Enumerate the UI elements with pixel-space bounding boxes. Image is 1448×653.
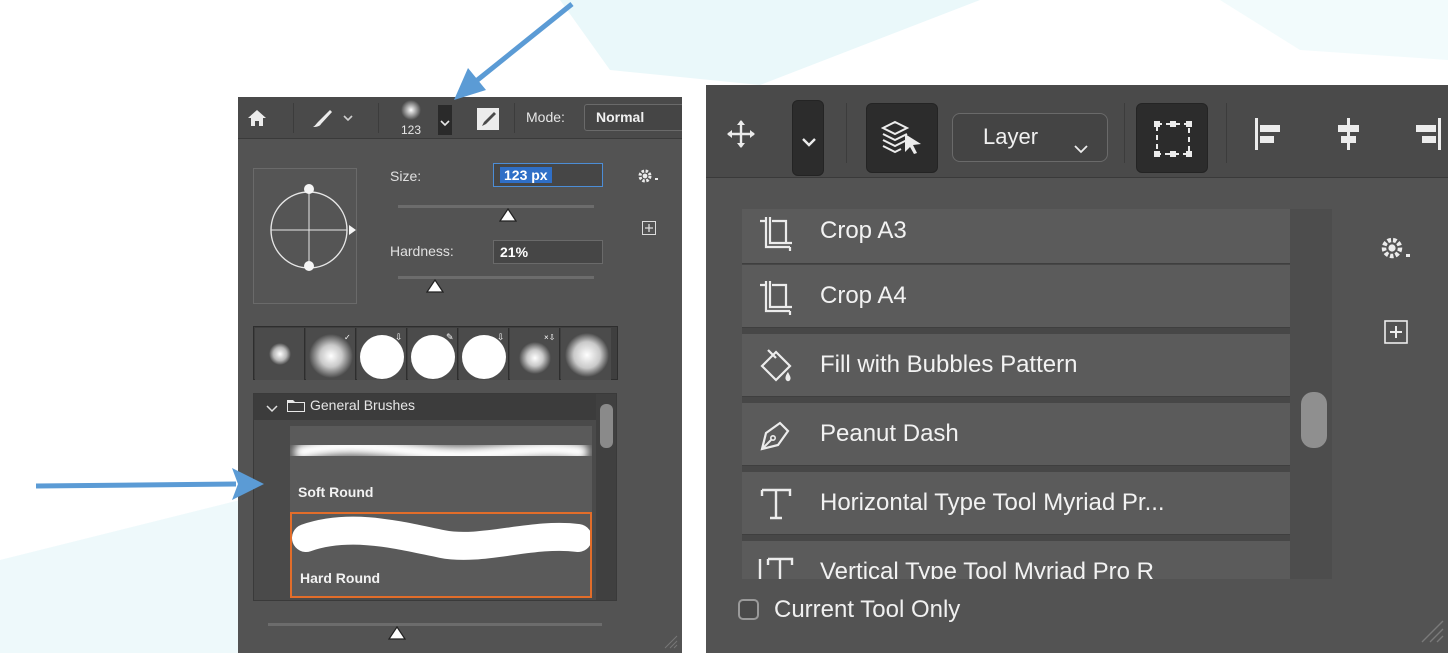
preview-size-slider-thumb[interactable] xyxy=(387,625,407,645)
align-right-icon[interactable] xyxy=(1414,118,1444,155)
pen-icon xyxy=(756,415,796,455)
chevron-down-icon xyxy=(1073,134,1089,160)
plus-square-icon[interactable] xyxy=(1384,320,1408,349)
svg-text:⇩: ⇩ xyxy=(395,332,403,342)
brush-tip[interactable] xyxy=(255,328,305,380)
preset-label: Fill with Bubbles Pattern xyxy=(820,351,1078,378)
brush-preset-hard-round[interactable]: Hard Round xyxy=(290,512,592,598)
resize-grip-icon[interactable] xyxy=(1418,617,1444,648)
crop-icon xyxy=(756,277,796,317)
brush-tip[interactable]: ✓ xyxy=(306,328,356,380)
resize-grip-icon[interactable] xyxy=(662,633,678,653)
align-left-icon[interactable] xyxy=(1254,118,1284,155)
preset-row[interactable]: Crop A3 xyxy=(742,209,1290,264)
brush-tip[interactable]: ✎ xyxy=(408,328,458,380)
recent-brush-tips: ✓ ⇩ ✎ ⇩ ×⇩ xyxy=(253,326,618,380)
brush-preset-soft-round[interactable]: Soft Round xyxy=(290,426,592,512)
brush-list-scrollbar[interactable] xyxy=(596,394,616,600)
auto-select-target-select[interactable]: Layer xyxy=(952,113,1108,162)
annotation-arrow-left xyxy=(36,468,264,500)
preset-row[interactable]: Vertical Type Tool Myriad Pro R xyxy=(742,541,1290,579)
brush-tip[interactable]: ×⇩ xyxy=(510,328,560,380)
layers-select-icon xyxy=(880,118,925,163)
tool-presets-list: Crop A3 Crop A4 Fill with Bubbles Patter… xyxy=(742,209,1332,579)
type-icon xyxy=(756,484,796,524)
preset-row[interactable]: Horizontal Type Tool Myriad Pr... xyxy=(742,472,1290,535)
brush-preset-label: Soft Round xyxy=(298,484,374,500)
svg-text:⇩: ⇩ xyxy=(497,332,505,342)
brush-angle-preview[interactable] xyxy=(253,168,357,304)
size-slider-thumb[interactable] xyxy=(498,207,518,227)
preset-label: Horizontal Type Tool Myriad Pr... xyxy=(820,489,1165,516)
preset-label: Peanut Dash xyxy=(820,420,959,447)
brush-preset-picker-icon[interactable] xyxy=(400,99,422,126)
presets-scrollbar[interactable] xyxy=(1290,209,1332,579)
options-bar: 123 Mode: Normal xyxy=(238,97,682,139)
align-center-icon[interactable] xyxy=(1334,118,1364,155)
blend-mode-select[interactable]: Normal xyxy=(584,104,682,131)
toolbar-divider xyxy=(293,103,294,133)
annotation-arrow-top xyxy=(454,2,574,100)
hardness-slider-thumb[interactable] xyxy=(425,278,445,298)
gear-icon[interactable] xyxy=(636,167,662,190)
brush-picker-dropdown[interactable] xyxy=(438,105,452,135)
folder-icon xyxy=(286,399,306,418)
move-tool-dropdown[interactable] xyxy=(792,100,824,176)
scrollbar-thumb[interactable] xyxy=(600,404,613,448)
brush-preset-label: Hard Round xyxy=(300,570,381,586)
toolbar-divider xyxy=(1226,103,1227,163)
chevron-down-icon[interactable] xyxy=(266,401,278,419)
brush-tip[interactable]: ⇩ xyxy=(357,328,407,380)
hardness-label: Hardness: xyxy=(390,243,454,259)
preset-label: Crop A3 xyxy=(820,217,907,244)
preset-row[interactable]: Fill with Bubbles Pattern xyxy=(742,334,1290,397)
home-icon[interactable] xyxy=(246,107,268,134)
toolbar-divider xyxy=(1124,103,1125,163)
paint-bucket-icon xyxy=(756,346,796,386)
gear-icon[interactable] xyxy=(1380,235,1414,268)
toolbar-divider xyxy=(846,103,847,163)
preset-label: Vertical Type Tool Myriad Pro R xyxy=(820,558,1154,579)
svg-text:✎: ✎ xyxy=(446,332,454,342)
preset-row[interactable]: Crop A4 xyxy=(742,265,1290,328)
move-icon[interactable] xyxy=(726,119,756,154)
toolbar-divider xyxy=(378,103,379,133)
brush-settings-toggle-icon[interactable] xyxy=(476,107,500,136)
brush-tip[interactable]: ⇩ xyxy=(459,328,509,380)
transform-controls-toggle[interactable] xyxy=(1136,103,1208,173)
brush-icon[interactable] xyxy=(310,107,354,134)
plus-square-icon[interactable] xyxy=(642,221,656,240)
size-value: 123 px xyxy=(500,167,552,183)
options-bar: Layer xyxy=(706,85,1448,178)
brush-presets-list: General Brushes Soft Round Hard Round xyxy=(253,393,617,601)
brush-tip[interactable] xyxy=(561,328,611,380)
mode-label: Mode: xyxy=(526,109,565,125)
size-input[interactable]: 123 px xyxy=(493,163,603,187)
size-label: Size: xyxy=(390,168,422,184)
svg-text:✓: ✓ xyxy=(344,333,351,342)
auto-select-value: Layer xyxy=(983,124,1039,149)
current-tool-only-checkbox[interactable] xyxy=(738,599,759,620)
vertical-type-icon xyxy=(756,553,796,579)
preset-row[interactable]: Peanut Dash xyxy=(742,403,1290,466)
tool-presets-panel: Layer Crop A3 Crop A4 Fill with Bubbles … xyxy=(706,85,1448,653)
crop-icon xyxy=(756,213,796,253)
svg-text:×⇩: ×⇩ xyxy=(544,333,555,342)
toolbar-divider xyxy=(514,103,515,133)
brush-size-readout: 123 xyxy=(401,123,422,137)
size-slider[interactable] xyxy=(398,205,594,208)
preset-label: Crop A4 xyxy=(820,282,907,309)
brush-options-panel: 123 Mode: Normal Size: 123 px Hardness: … xyxy=(238,97,682,653)
transform-controls-icon xyxy=(1151,118,1195,165)
brush-group-header[interactable]: General Brushes xyxy=(254,394,596,420)
brush-group-label: General Brushes xyxy=(310,397,416,413)
scrollbar-thumb[interactable] xyxy=(1301,392,1327,448)
current-tool-only-label: Current Tool Only xyxy=(774,596,961,623)
hardness-input[interactable]: 21% xyxy=(493,240,603,264)
preview-size-slider[interactable] xyxy=(268,623,602,626)
auto-select-toggle[interactable] xyxy=(866,103,938,173)
